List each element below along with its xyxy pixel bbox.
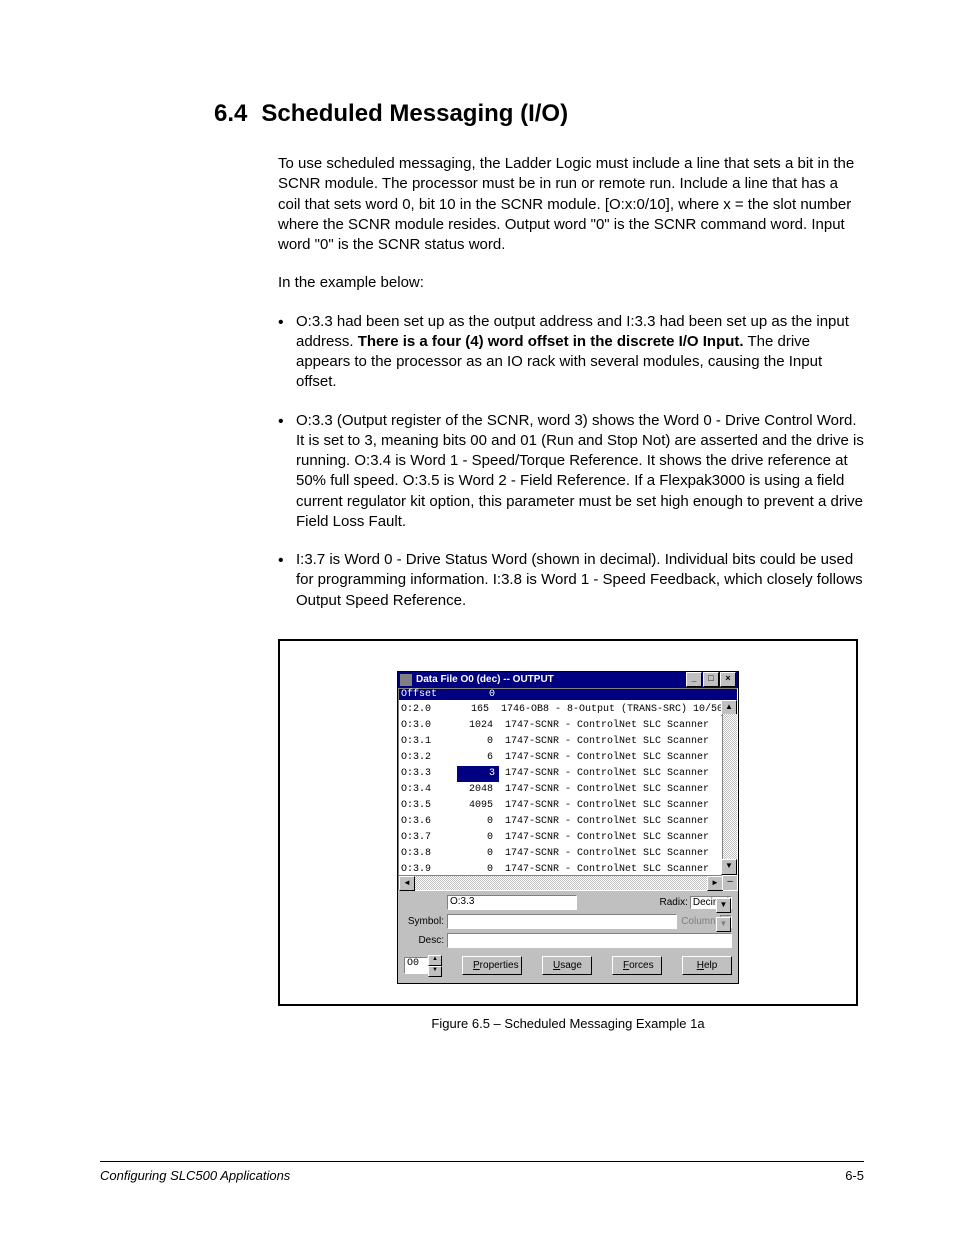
desc-label: Desc: — [404, 935, 447, 946]
horizontal-scrollbar[interactable]: ◄ ► — [399, 875, 723, 890]
figure-caption: Figure 6.5 – Scheduled Messaging Example… — [278, 1016, 858, 1031]
footer-page-number: 6-5 — [845, 1168, 864, 1183]
table-row[interactable]: O:3.701747-SCNR - ControlNet SLC Scanner — [401, 830, 723, 846]
data-file-dialog: Data File O0 (dec) -- OUTPUT _ □ × Offse… — [397, 671, 739, 984]
scroll-corner: – — [722, 875, 737, 890]
spin-down-icon[interactable]: ▼ — [428, 966, 442, 977]
bullet-1: O:3.3 had been set up as the output addr… — [278, 312, 864, 393]
table-row[interactable]: O:3.901747-SCNR - ControlNet SLC Scanner — [401, 862, 723, 875]
paragraph-1: To use scheduled messaging, the Ladder L… — [278, 154, 864, 255]
section-heading: 6.4 Scheduled Messaging (I/O) — [214, 100, 864, 128]
form-area: O:3.3 Radix: Decimal ▼ Symbol: Column: 1 — [398, 891, 738, 983]
scroll-right-button[interactable]: ► — [707, 876, 723, 891]
page-footer: Configuring SLC500 Applications 6-5 — [100, 1161, 864, 1183]
section-title: Scheduled Messaging (I/O) — [261, 100, 568, 127]
chevron-down-icon[interactable]: ▼ — [716, 898, 731, 913]
usage-button[interactable]: Usage — [542, 956, 592, 975]
column-label: Column: — [681, 916, 718, 927]
grid-header: Offset 0 — [399, 689, 737, 700]
table-row[interactable]: O:3.801747-SCNR - ControlNet SLC Scanner — [401, 846, 723, 862]
scroll-down-button[interactable]: ▼ — [721, 859, 737, 875]
minimize-button[interactable]: _ — [686, 672, 702, 687]
table-row[interactable]: O:3.601747-SCNR - ControlNet SLC Scanner — [401, 814, 723, 830]
col-offset: Offset — [401, 689, 451, 700]
help-button[interactable]: Help — [682, 956, 732, 975]
file-spinner[interactable]: O0 ▲ ▼ — [404, 955, 442, 977]
radix-label: Radix: — [660, 897, 688, 908]
titlebar[interactable]: Data File O0 (dec) -- OUTPUT _ □ × — [398, 672, 738, 688]
scroll-left-button[interactable]: ◄ — [399, 876, 415, 891]
col-0: 0 — [451, 689, 511, 700]
file-spinner-value[interactable]: O0 — [404, 957, 428, 974]
window-title: Data File O0 (dec) -- OUTPUT — [416, 674, 686, 685]
chevron-down-icon: ▼ — [716, 917, 731, 932]
table-row[interactable]: O:3.101747-SCNR - ControlNet SLC Scanner — [401, 734, 723, 750]
data-grid: Offset 0 O:2.01651746-OB8 - 8-Output (TR… — [398, 688, 738, 891]
table-row[interactable]: O:3.261747-SCNR - ControlNet SLC Scanner — [401, 750, 723, 766]
footer-left: Configuring SLC500 Applications — [100, 1168, 290, 1183]
paragraph-2: In the example below: — [278, 273, 864, 293]
maximize-button[interactable]: □ — [703, 672, 719, 687]
properties-button[interactable]: Properties — [462, 956, 522, 975]
forces-button[interactable]: Forces — [612, 956, 662, 975]
table-row[interactable]: O:3.420481747-SCNR - ControlNet SLC Scan… — [401, 782, 723, 798]
figure-frame: Data File O0 (dec) -- OUTPUT _ □ × Offse… — [278, 639, 858, 1006]
symbol-label: Symbol: — [404, 916, 447, 927]
table-row[interactable]: O:3.540951747-SCNR - ControlNet SLC Scan… — [401, 798, 723, 814]
table-row[interactable]: O:2.01651746-OB8 - 8-Output (TRANS-SRC) … — [401, 702, 723, 718]
table-row[interactable]: O:3.331747-SCNR - ControlNet SLC Scanner — [401, 766, 723, 782]
bullet-list: O:3.3 had been set up as the output addr… — [278, 312, 864, 611]
close-button[interactable]: × — [720, 672, 736, 687]
vertical-scrollbar[interactable] — [722, 714, 737, 861]
bullet-3: I:3.7 is Word 0 - Drive Status Word (sho… — [278, 550, 864, 611]
window-icon — [400, 674, 412, 686]
symbol-input[interactable] — [447, 914, 677, 929]
grid-body[interactable]: O:2.01651746-OB8 - 8-Output (TRANS-SRC) … — [399, 700, 737, 875]
desc-input[interactable] — [447, 933, 732, 948]
bullet-2: O:3.3 (Output register of the SCNR, word… — [278, 411, 864, 533]
table-row[interactable]: O:3.010241747-SCNR - ControlNet SLC Scan… — [401, 718, 723, 734]
section-number: 6.4 — [214, 100, 247, 127]
address-input[interactable]: O:3.3 — [447, 895, 577, 910]
spin-up-icon[interactable]: ▲ — [428, 955, 442, 966]
